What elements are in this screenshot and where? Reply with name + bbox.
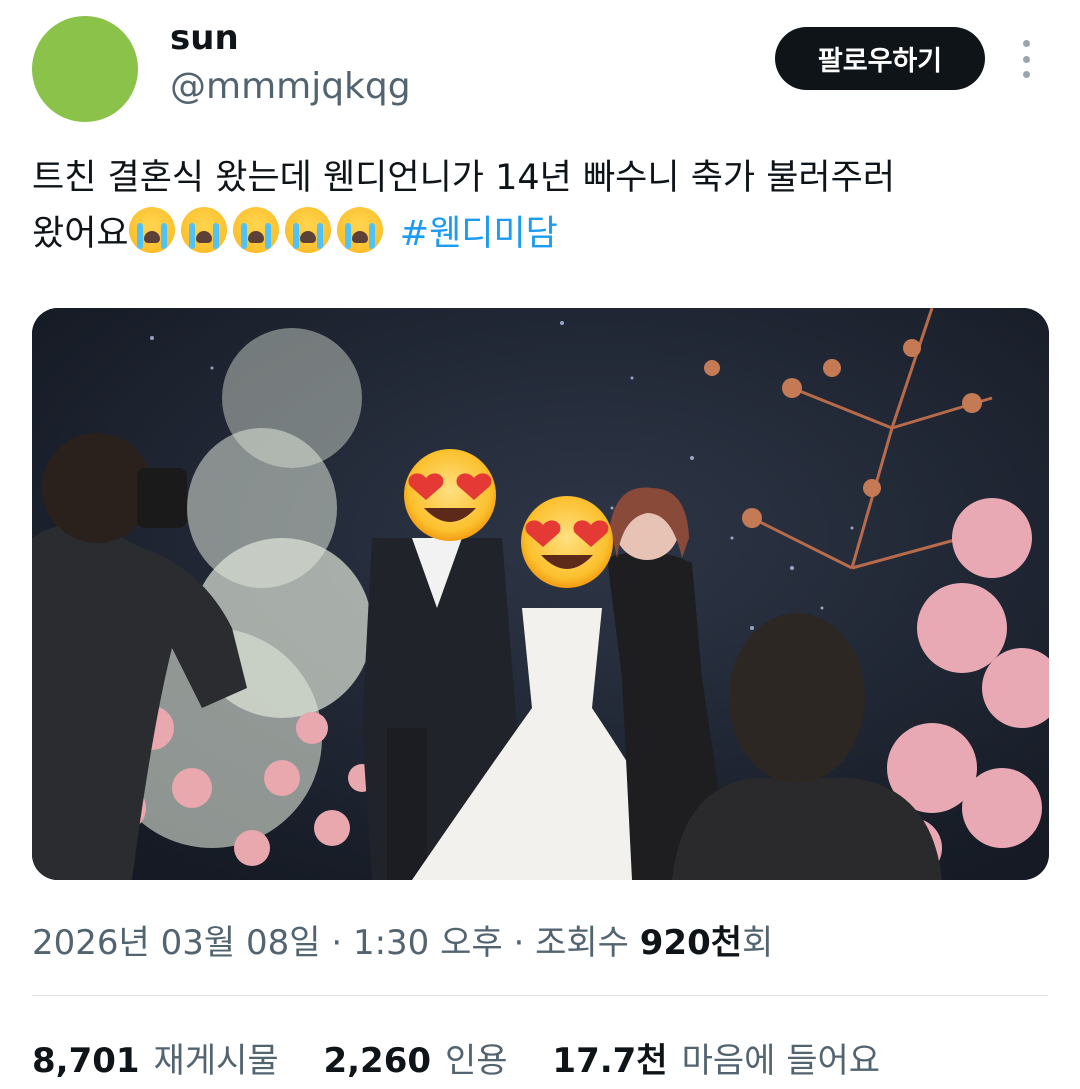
reposts-label: 재게시물 (153, 1041, 279, 1081)
loudly-crying-face-icon (128, 207, 175, 253)
wedding-photo (32, 308, 1049, 880)
display-name[interactable]: sun (170, 18, 239, 58)
user-handle[interactable]: @mmmjqkqg (170, 66, 411, 107)
tweet-text-line2-prefix: 왔어요 (32, 214, 129, 254)
tweet-meta: 2026년 03월 08일 · 1:30 오후 · 조회수 920천회 (32, 915, 773, 964)
tweet-stats: 8,701 재게시물 2,260 인용 17.7천 마음에 들어요 (32, 1033, 914, 1082)
divider (32, 995, 1048, 996)
likes-count: 17.7천 (552, 1041, 668, 1081)
views-value: 920천 (639, 923, 743, 963)
tweet-photo[interactable] (32, 308, 1049, 880)
loudly-crying-face-icon (232, 207, 279, 253)
likes-label: 마음에 들어요 (681, 1041, 881, 1081)
quotes-stat[interactable]: 2,260 인용 (323, 1041, 507, 1081)
emoji-row (128, 207, 389, 254)
quotes-count: 2,260 (323, 1041, 432, 1081)
tweet-time[interactable]: 1:30 오후 (353, 923, 503, 963)
tweet-text-line2: 왔어요 #웬디미담 (32, 206, 1042, 262)
tweet-text-line1: 트친 결혼식 왔는데 웬디언니가 14년 빠수니 축가 불러주러 (32, 158, 896, 198)
views-suffix: 회 (742, 923, 774, 963)
hashtag-link[interactable]: #웬디미담 (400, 214, 558, 254)
follow-button[interactable]: 팔로우하기 (775, 27, 985, 90)
reposts-stat[interactable]: 8,701 재게시물 (32, 1041, 279, 1081)
tweet-date[interactable]: 2026년 03월 08일 (32, 923, 321, 963)
tweet-text: 트친 결혼식 왔는데 웬디언니가 14년 빠수니 축가 불러주러 왔어요 #웬디… (32, 150, 1042, 262)
loudly-crying-face-icon (180, 207, 227, 253)
avatar[interactable] (32, 16, 138, 122)
meta-separator: · (320, 923, 353, 963)
quotes-label: 인용 (445, 1041, 508, 1081)
views-label: 조회수 (535, 923, 640, 963)
more-vertical-icon[interactable] (1015, 40, 1037, 78)
reposts-count: 8,701 (32, 1041, 140, 1081)
loudly-crying-face-icon (284, 207, 331, 253)
likes-stat[interactable]: 17.7천 마음에 들어요 (552, 1041, 880, 1081)
meta-separator-2: · (502, 923, 536, 963)
loudly-crying-face-icon (336, 207, 383, 253)
